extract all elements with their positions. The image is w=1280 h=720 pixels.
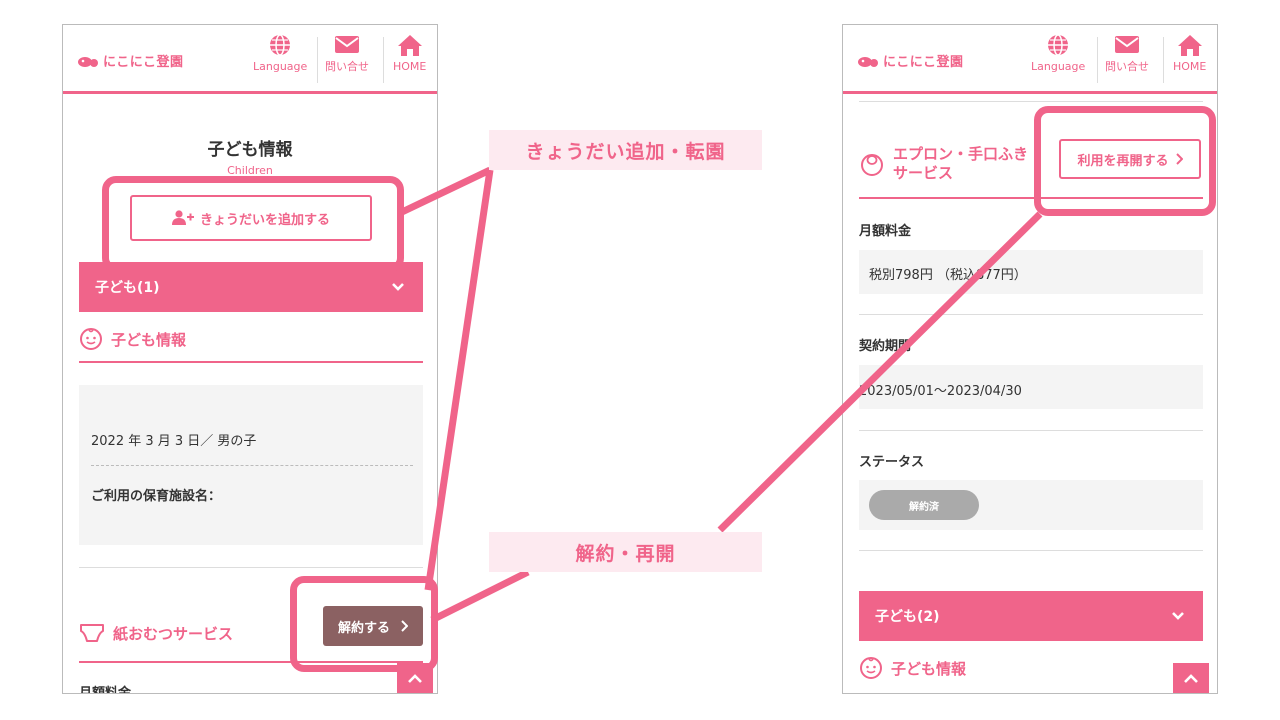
connector-line xyxy=(400,166,492,216)
highlight-resume xyxy=(1034,106,1216,216)
connector-line xyxy=(430,568,530,624)
connector-line xyxy=(717,211,1043,533)
callout-add-transfer: きょうだい追加・転園 xyxy=(489,130,762,170)
callout-cancel-resume: 解約・再開 xyxy=(489,532,762,572)
highlight-cancel xyxy=(290,576,438,672)
highlight-add-sibling xyxy=(102,176,404,272)
connector-line xyxy=(424,169,494,591)
